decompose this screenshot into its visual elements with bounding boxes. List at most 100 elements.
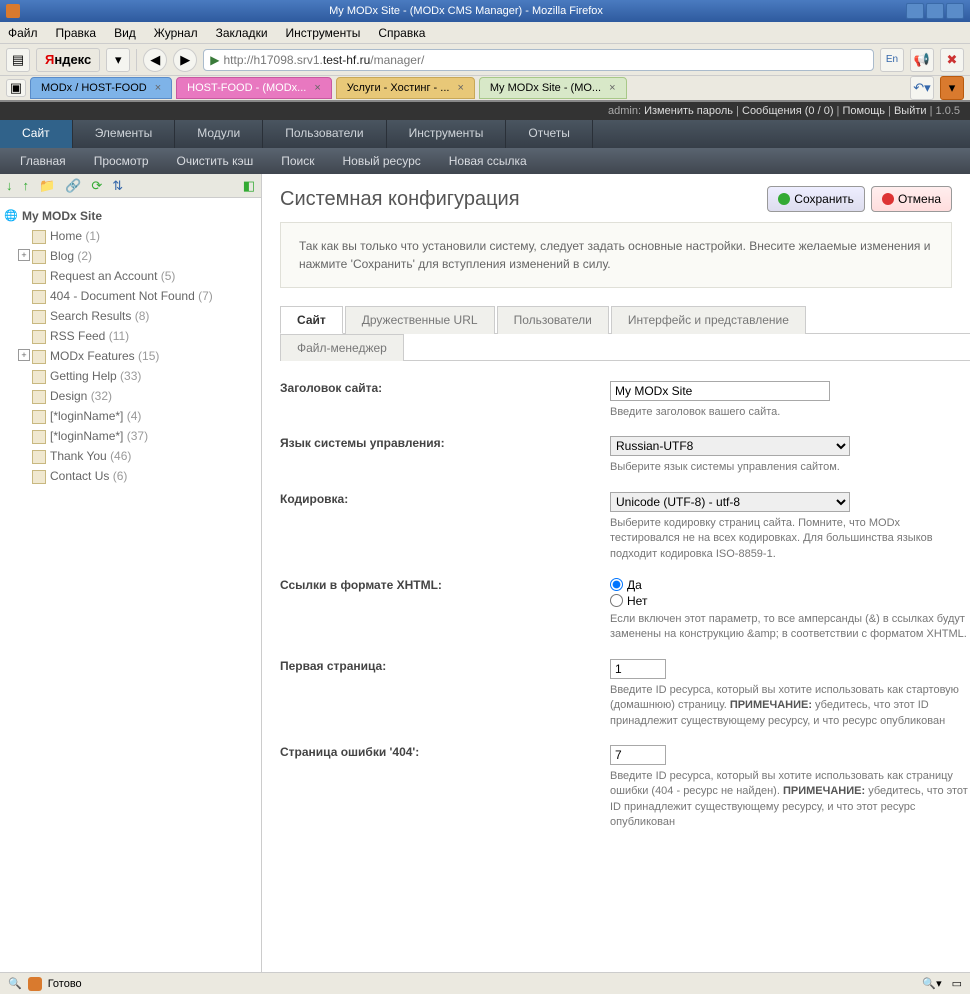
input-start-page[interactable] xyxy=(610,659,666,679)
firefox-status-icon xyxy=(28,977,42,991)
tab-file-manager[interactable]: Файл-менеджер xyxy=(280,334,404,361)
subnav-preview[interactable]: Просмотр xyxy=(94,154,149,168)
refresh-icon[interactable]: ⟳ xyxy=(91,178,102,194)
menu-help[interactable]: Справка xyxy=(378,26,425,40)
nav-elements[interactable]: Элементы xyxy=(73,120,176,148)
nav-site[interactable]: Сайт xyxy=(0,120,73,148)
menu-history[interactable]: Журнал xyxy=(154,26,198,40)
minimize-button[interactable] xyxy=(906,3,924,19)
new-tab-icon[interactable]: ▣ xyxy=(6,79,26,97)
tree-item[interactable]: Home (1) xyxy=(18,226,257,246)
menu-view[interactable]: Вид xyxy=(114,26,136,40)
address-bar[interactable]: ▶ http://h17098.srv1.test-hf.ru/manager/ xyxy=(203,49,874,71)
tree-item[interactable]: 404 - Document Not Found (7) xyxy=(18,286,257,306)
new-folder-icon[interactable]: 📁 xyxy=(39,178,55,194)
firefox-menu-icon[interactable]: ▾ xyxy=(940,76,964,100)
expand-icon[interactable]: ↓ xyxy=(6,178,13,193)
yandex-button[interactable]: Яндекс xyxy=(36,48,100,72)
signal-icon[interactable]: ▾ xyxy=(106,48,130,72)
lang-en-icon[interactable]: En xyxy=(880,48,904,72)
menu-file[interactable]: Файл xyxy=(8,26,38,40)
sidebar: ↓ ↑ 📁 🔗 ⟳ ⇅ ◧ My MODx Site Home (1)Blog … xyxy=(0,174,262,972)
nav-users[interactable]: Пользователи xyxy=(263,120,386,148)
label-start-page: Первая страница: xyxy=(280,659,610,729)
browser-tab-3[interactable]: Услуги - Хостинг - ...× xyxy=(336,77,475,99)
browser-tab-1[interactable]: MODx / HOST-FOOD× xyxy=(30,77,172,99)
nav-modules[interactable]: Модули xyxy=(175,120,263,148)
tab-close-icon[interactable]: × xyxy=(457,82,463,94)
tab-site[interactable]: Сайт xyxy=(280,306,343,334)
browser-tab-2[interactable]: HOST-FOOD - (MODx...× xyxy=(176,77,332,99)
modx-app: admin: Изменить пароль | Сообщения (0 / … xyxy=(0,102,970,972)
back-button[interactable]: ◀ xyxy=(143,48,167,72)
menu-bookmarks[interactable]: Закладки xyxy=(216,26,268,40)
cancel-button[interactable]: Отмена xyxy=(871,186,952,212)
help-xhtml: Если включен этот параметр, то все ампер… xyxy=(610,612,970,643)
sidebar-toggle-icon[interactable]: ▤ xyxy=(6,48,30,72)
input-error-page[interactable] xyxy=(610,745,666,765)
select-language[interactable]: Russian-UTF8 xyxy=(610,436,850,456)
tree-item[interactable]: Search Results (8) xyxy=(18,306,257,326)
sort-icon[interactable]: ⇅ xyxy=(112,178,123,194)
main-nav: Сайт Элементы Модули Пользователи Инстру… xyxy=(0,120,970,148)
window-titlebar: My MODx Site - (MODx CMS Manager) - Mozi… xyxy=(0,0,970,22)
tree-item[interactable]: Request an Account (5) xyxy=(18,266,257,286)
link-help[interactable]: Помощь xyxy=(842,105,885,117)
forward-button[interactable]: ▶ xyxy=(173,48,197,72)
label-error-page: Страница ошибки '404': xyxy=(280,745,610,831)
label-xhtml: Ссылки в формате XHTML: xyxy=(280,578,610,643)
subnav-new-link[interactable]: Новая ссылка xyxy=(449,154,527,168)
browser-statusbar: 🔍 Готово 🔍▾ ▭ xyxy=(0,972,970,994)
link-logout[interactable]: Выйти xyxy=(894,105,927,117)
link-messages[interactable]: Сообщения (0 / 0) xyxy=(742,105,834,117)
menu-tools[interactable]: Инструменты xyxy=(286,26,361,40)
label-site-title: Заголовок сайта: xyxy=(280,381,610,420)
hide-tree-icon[interactable]: ◧ xyxy=(243,178,255,194)
tab-friendly-url[interactable]: Дружественные URL xyxy=(345,306,495,334)
tree-item[interactable]: RSS Feed (11) xyxy=(18,326,257,346)
tab-close-icon[interactable]: × xyxy=(609,82,615,94)
browser-toolbar: ▤ Яндекс ▾ ◀ ▶ ▶ http://h17098.srv1.test… xyxy=(0,44,970,76)
tree-item[interactable]: Design (32) xyxy=(18,386,257,406)
menu-edit[interactable]: Правка xyxy=(56,26,97,40)
cancel-icon xyxy=(882,193,894,205)
tree-item[interactable]: [*loginName*] (37) xyxy=(18,426,257,446)
main-content: Системная конфигурация Сохранить Отмена … xyxy=(262,174,970,972)
close-button[interactable] xyxy=(946,3,964,19)
radio-xhtml-yes[interactable] xyxy=(610,578,623,591)
subnav-new-resource[interactable]: Новый ресурс xyxy=(342,154,420,168)
tree-item[interactable]: Getting Help (33) xyxy=(18,366,257,386)
tree-item[interactable]: [*loginName*] (4) xyxy=(18,406,257,426)
subnav-clear-cache[interactable]: Очистить кэш xyxy=(177,154,254,168)
tab-interface[interactable]: Интерфейс и представление xyxy=(611,306,806,334)
tab-close-icon[interactable]: × xyxy=(155,82,161,94)
zoom-icon[interactable]: 🔍▾ xyxy=(922,977,941,990)
select-encoding[interactable]: Unicode (UTF-8) - utf-8 xyxy=(610,492,850,512)
speaker-icon[interactable]: 📢 xyxy=(910,48,934,72)
save-button[interactable]: Сохранить xyxy=(767,186,865,212)
stop-icon[interactable]: ✖ xyxy=(940,48,964,72)
tree-root[interactable]: My MODx Site xyxy=(4,206,257,226)
link-change-password[interactable]: Изменить пароль xyxy=(644,105,733,117)
subnav-search[interactable]: Поиск xyxy=(281,154,314,168)
nav-tools[interactable]: Инструменты xyxy=(387,120,507,148)
tab-users[interactable]: Пользователи xyxy=(497,306,609,334)
maximize-button[interactable] xyxy=(926,3,944,19)
subnav-home[interactable]: Главная xyxy=(20,154,66,168)
tree-item[interactable]: Thank You (46) xyxy=(18,446,257,466)
undo-icon[interactable]: ↶▾ xyxy=(910,76,934,100)
link-icon[interactable]: 🔗 xyxy=(65,178,81,194)
input-site-title[interactable] xyxy=(610,381,830,401)
tree-item[interactable]: Blog (2) xyxy=(18,246,257,266)
tree-item[interactable]: Contact Us (6) xyxy=(18,466,257,486)
collapse-icon[interactable]: ↑ xyxy=(23,178,30,193)
browser-menubar: Файл Правка Вид Журнал Закладки Инструме… xyxy=(0,22,970,44)
config-tabs-row2: Файл-менеджер xyxy=(280,334,970,361)
sub-nav: Главная Просмотр Очистить кэш Поиск Новы… xyxy=(0,148,970,174)
nav-reports[interactable]: Отчеты xyxy=(506,120,592,148)
radio-xhtml-no[interactable] xyxy=(610,594,623,607)
info-message: Так как вы только что установили систему… xyxy=(280,222,952,288)
browser-tab-4[interactable]: My MODx Site - (MO...× xyxy=(479,77,627,99)
tab-close-icon[interactable]: × xyxy=(314,82,320,94)
tree-item[interactable]: MODx Features (15) xyxy=(18,346,257,366)
